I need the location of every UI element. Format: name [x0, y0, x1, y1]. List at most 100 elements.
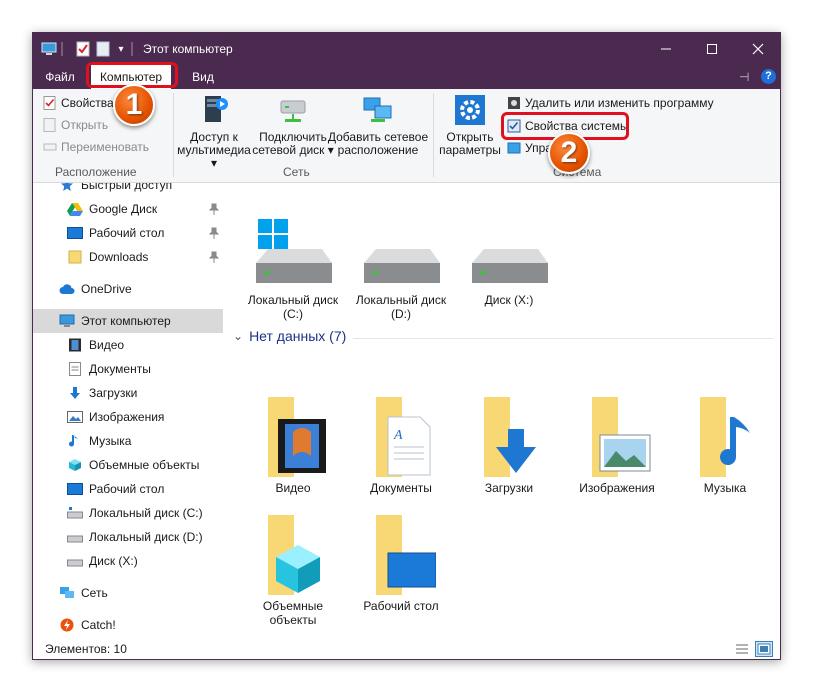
new-folder-quick-icon[interactable] [95, 41, 111, 57]
close-button[interactable] [735, 33, 780, 65]
drive-x-label: Диск (X:) [484, 293, 534, 307]
folder-documents-label: Документы [370, 481, 432, 495]
drive-d-letter: (D:) [391, 307, 411, 321]
nav-disk-d-label: Локальный диск (D:) [89, 530, 203, 544]
nav-google-drive[interactable]: Google Диск [33, 197, 223, 221]
folder-item[interactable]: Видео [243, 393, 343, 495]
open-settings-label-2: параметры [439, 143, 501, 157]
folder-item[interactable]: Загрузки [459, 393, 559, 495]
folder-item[interactable]: Музыка [675, 393, 775, 495]
nav-this-pc-label: Этот компьютер [81, 314, 171, 328]
nav-downloads-pinned[interactable]: Downloads [33, 245, 223, 269]
nav-disk-c[interactable]: Локальный диск (C:) [33, 501, 223, 525]
nav-catch-label: Catch! [81, 618, 116, 632]
nav-music[interactable]: Музыка [33, 429, 223, 453]
open-settings-button[interactable]: Открыть параметры [437, 93, 503, 157]
nav-documents[interactable]: Документы [33, 357, 223, 381]
open-button[interactable]: Открыть [43, 115, 108, 135]
folder-item[interactable]: Объемные объекты [243, 511, 343, 627]
nav-downloads[interactable]: Загрузки [33, 381, 223, 405]
explorer-window: ▾ Этот компьютер Файл Компьютер Вид ⊣ ? … [32, 32, 781, 660]
nav-disk-x-label: Диск (X:) [89, 554, 138, 568]
nav-network-label: Сеть [81, 586, 108, 600]
media-access-button[interactable]: Доступ к мультимедиа ▾ [173, 93, 255, 170]
rename-label: Переименовать [61, 140, 149, 154]
network-location-icon [361, 93, 395, 127]
cube-icon [67, 457, 83, 473]
properties-icon [43, 96, 57, 110]
tab-file[interactable]: Файл [37, 65, 83, 89]
group-divider-2 [433, 93, 434, 177]
document-icon [67, 361, 83, 377]
nav-catch[interactable]: Catch! [33, 613, 223, 637]
nav-pictures-label: Изображения [89, 410, 165, 424]
uninstall-label: Удалить или изменить программу [525, 96, 714, 110]
folder-3d-objects-label: Объемные [262, 599, 324, 613]
drive-item[interactable]: Локальный диск (C:) [243, 219, 343, 321]
nav-video[interactable]: Видео [33, 333, 223, 357]
computer-icon[interactable] [41, 41, 57, 57]
nav-desktop-pinned[interactable]: Рабочий стол [33, 221, 223, 245]
properties-button[interactable]: Свойства [43, 93, 114, 113]
svg-text:A: A [393, 428, 403, 443]
chevron-down-icon: ⌄ [233, 329, 244, 343]
folder-item[interactable]: Изображения [567, 393, 667, 495]
nav-downloads-label: Загрузки [89, 386, 138, 400]
help-icon[interactable]: ? [761, 69, 776, 84]
pin-icon[interactable] [209, 203, 219, 215]
nav-disk-d[interactable]: Локальный диск (D:) [33, 525, 223, 549]
tab-view[interactable]: Вид [183, 65, 223, 89]
pin-ribbon-icon[interactable]: ⊣ [739, 70, 749, 84]
nav-disk-x[interactable]: Диск (X:) [33, 549, 223, 573]
maximize-button[interactable] [689, 33, 735, 65]
content-pane: Локальный диск (C:) Локальный диск (D:) … [223, 183, 778, 638]
section-divider [353, 338, 773, 339]
folder-item[interactable]: Рабочий стол [351, 511, 451, 613]
map-network-drive-button[interactable]: Подключить сетевой диск ▾ [249, 93, 337, 157]
drive-icon [459, 219, 559, 289]
pin-icon[interactable] [209, 227, 219, 239]
nav-desktop-label: Рабочий стол [89, 482, 165, 496]
manage-button[interactable]: Упра [507, 138, 552, 158]
rename-button[interactable]: Переименовать [43, 137, 149, 157]
open-label: Открыть [61, 118, 109, 132]
desktop-icon [67, 481, 83, 497]
nav-3d-objects[interactable]: Объемные объекты [33, 453, 223, 477]
drive-item[interactable]: Диск (X:) [459, 219, 559, 307]
nav-network[interactable]: Сеть [33, 581, 223, 605]
map-drive-label-2: сетевой диск ▾ [252, 143, 334, 157]
chevron-down-icon[interactable]: ▾ [113, 41, 129, 57]
drive-c-label: Локальный диск [247, 293, 339, 307]
properties-label: Свойства [61, 96, 114, 110]
downloads-folder-icon [459, 393, 559, 477]
desktop-folder-icon [351, 511, 451, 595]
properties-quick-icon[interactable] [75, 41, 91, 57]
computer-icon [59, 313, 75, 329]
nav-pictures[interactable]: Изображения [33, 405, 223, 429]
nav-quick-access[interactable]: Быстрый доступ [33, 183, 223, 197]
nav-disk-c-label: Локальный диск (C:) [89, 506, 203, 520]
manage-icon [507, 141, 521, 155]
nav-this-pc[interactable]: Этот компьютер [33, 309, 223, 333]
uninstall-program-button[interactable]: Удалить или изменить программу [507, 93, 714, 113]
nav-onedrive[interactable]: OneDrive [33, 277, 223, 301]
drive-item[interactable]: Локальный диск (D:) [351, 219, 451, 321]
3d-objects-folder-icon [243, 511, 343, 595]
folder-item[interactable]: A Документы [351, 393, 451, 495]
drive-icon [67, 553, 83, 569]
details-view-icon[interactable] [733, 641, 751, 657]
drive-icon [351, 219, 451, 289]
catch-icon [59, 617, 75, 633]
nav-desktop[interactable]: Рабочий стол [33, 477, 223, 501]
item-count: Элементов: 10 [45, 642, 127, 656]
pin-icon[interactable] [209, 251, 219, 263]
minimize-button[interactable] [643, 33, 689, 65]
title-separator-2 [131, 42, 133, 56]
windows-drive-icon [243, 219, 343, 289]
large-icons-view-icon[interactable] [755, 641, 773, 657]
star-icon [59, 183, 75, 193]
pictures-icon [67, 409, 83, 425]
vertical-scrollbar[interactable] [778, 183, 780, 638]
add-network-location-button[interactable]: Добавить сетевое расположение [327, 93, 429, 157]
folders-section-header[interactable]: ⌄ Нет данных (7) [233, 328, 346, 344]
